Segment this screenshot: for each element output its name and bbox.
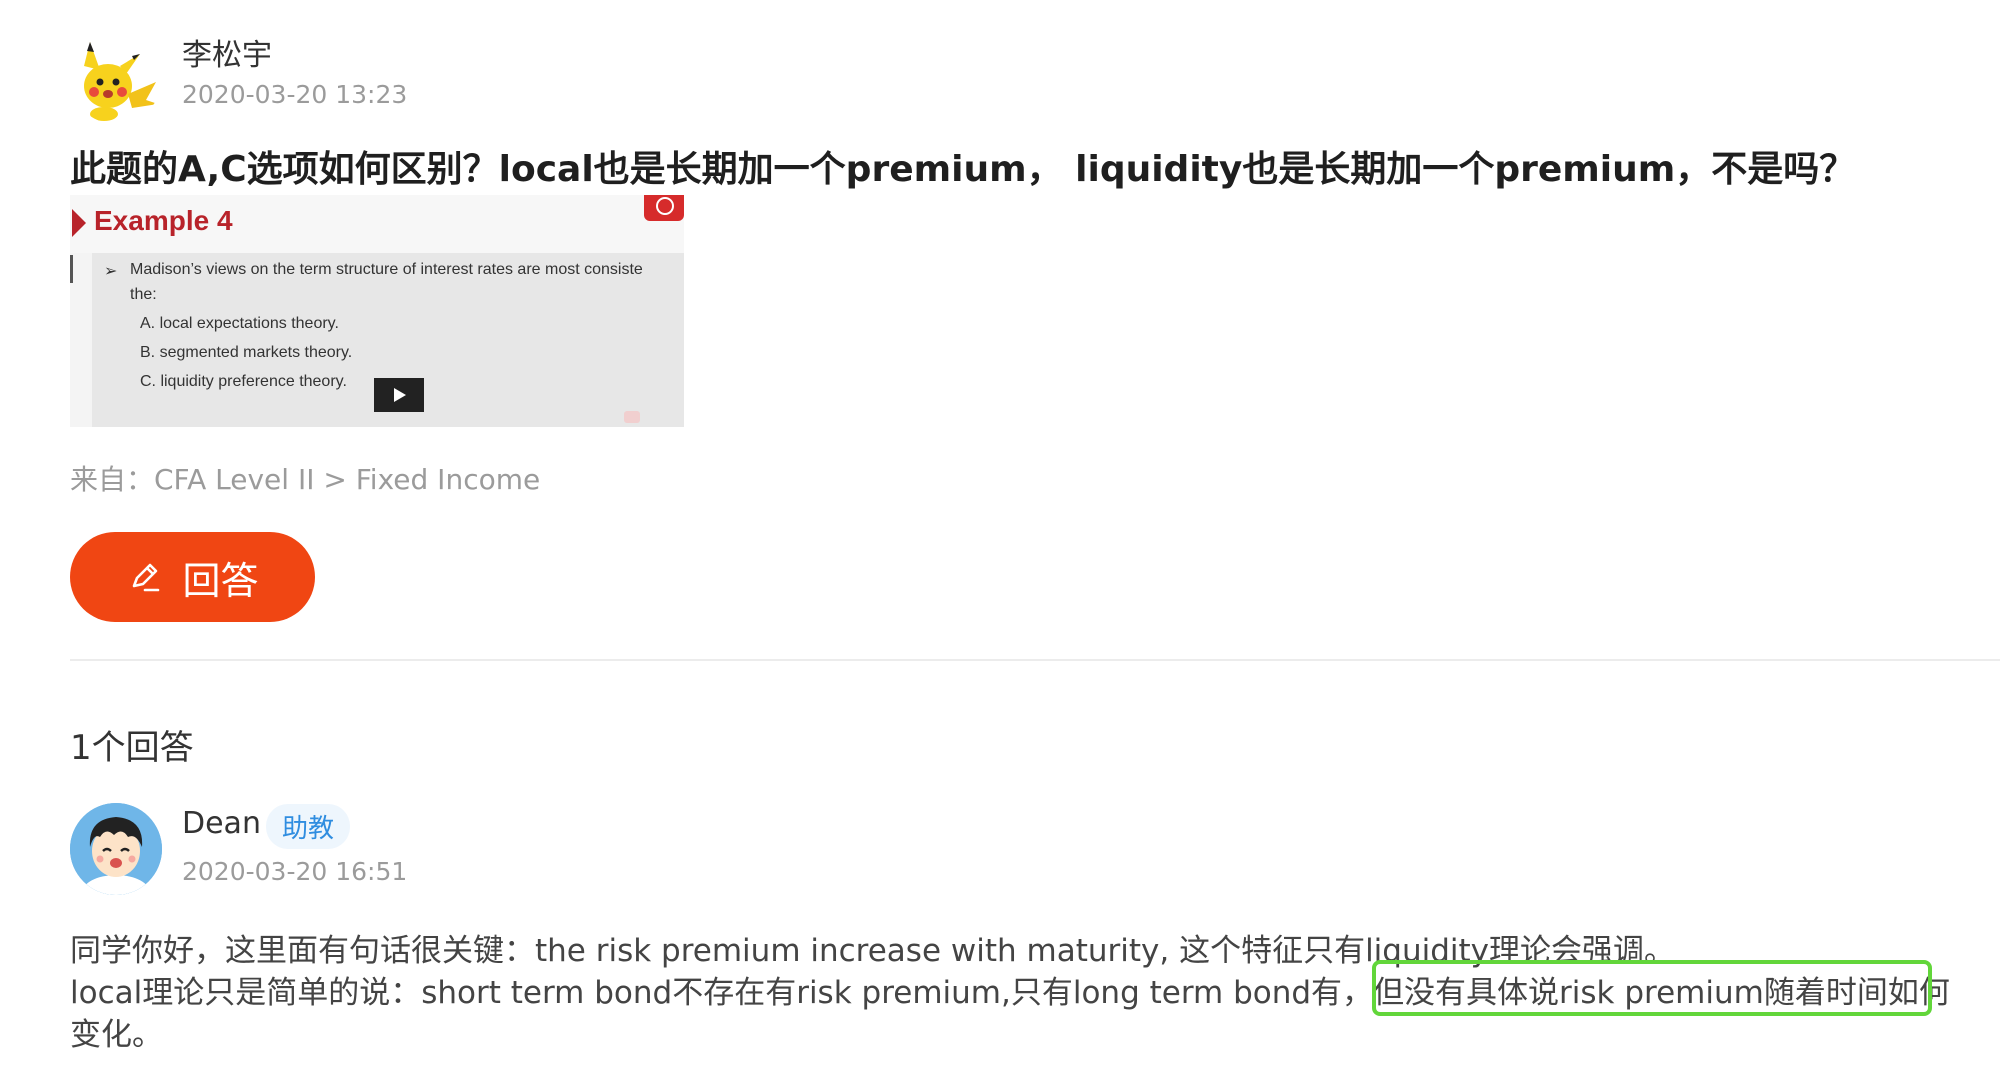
source-breadcrumb[interactable]: 来自：CFA Level II > Fixed Income: [70, 458, 540, 498]
pikachu-avatar-icon[interactable]: [70, 32, 162, 124]
pencil-icon: [133, 563, 160, 592]
section-divider: [70, 659, 2000, 661]
side-marker: [70, 255, 73, 283]
answer-button[interactable]: 回答: [70, 532, 315, 622]
question-title: 此题的A,C选项如何区别？local也是长期加一个premium， liquid…: [70, 149, 1856, 190]
role-badge: 助教: [266, 804, 351, 849]
answer-button-label: 回答: [182, 558, 259, 603]
image-stem-line1: Madison’s views on the term structure of…: [130, 261, 643, 278]
image-stem-line2: the:: [130, 286, 157, 303]
image-option-c: C. liquidity preference theory.: [140, 373, 347, 390]
image-option-a: A. local expectations theory.: [140, 315, 339, 332]
answer-text-line2: local理论只是简单的说：short term bond不存在有risk pr…: [70, 975, 1950, 1011]
answer-timestamp: 2020-03-20 16:51: [182, 857, 408, 886]
cartoon-avatar-icon[interactable]: [70, 803, 162, 895]
answer-text-line3: 变化。: [70, 1017, 163, 1053]
question-image[interactable]: Example 4 ➢ Madison’s views on the term …: [70, 195, 684, 427]
answer-count: 1个回答: [70, 728, 194, 768]
watermark-icon: [624, 411, 640, 423]
author-name[interactable]: 李松宇: [182, 30, 272, 74]
bullet-arrow-icon: ➢: [104, 263, 118, 280]
answerer-name[interactable]: Dean: [182, 806, 261, 841]
play-icon[interactable]: [374, 378, 424, 412]
image-title: Example 4: [94, 205, 233, 236]
qa-page: 李松宇 2020-03-20 13:23 此题的A,C选项如何区别？local也…: [0, 0, 2000, 1071]
triangle-marker-icon: [72, 209, 86, 237]
answer-text-line1: 同学你好，这里面有句话很关键：the risk premium increase…: [70, 933, 1676, 969]
image-option-b: B. segmented markets theory.: [140, 344, 353, 361]
record-badge-icon: [644, 195, 684, 221]
post-timestamp: 2020-03-20 13:23: [182, 80, 408, 109]
